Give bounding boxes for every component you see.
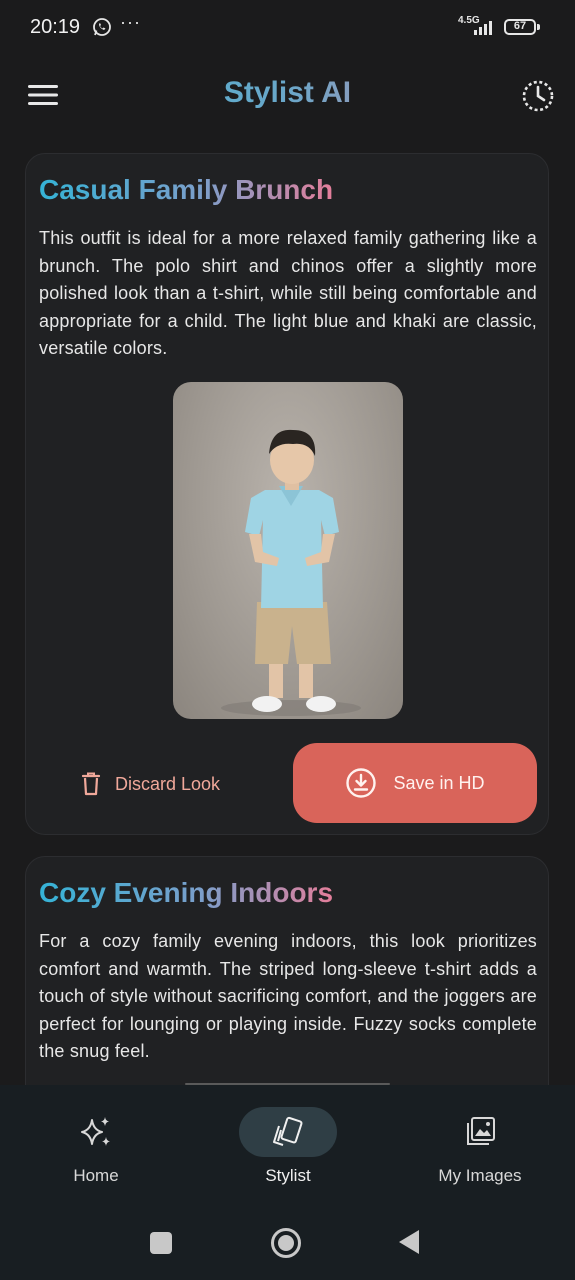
nav-my-images[interactable]: My Images: [384, 1085, 575, 1210]
discard-look-label: Discard Look: [115, 773, 221, 794]
save-in-hd-button[interactable]: Save in HD: [293, 743, 537, 823]
whatsapp-icon: [93, 18, 111, 36]
status-time: 20:19: [30, 16, 81, 38]
save-in-hd-label: Save in HD: [393, 772, 485, 793]
look-description: This outfit is ideal for a more relaxed …: [39, 228, 537, 359]
discard-look-button[interactable]: Discard Look: [81, 762, 220, 806]
signal-icon: [474, 21, 492, 35]
cards-icon: [273, 1116, 303, 1146]
system-navigation: [0, 1210, 575, 1280]
battery-nub: [537, 24, 540, 30]
trash-icon: [81, 772, 101, 796]
history-icon[interactable]: [520, 78, 556, 114]
nav-my-images-label: My Images: [438, 1166, 522, 1185]
battery-icon: 67: [504, 19, 536, 35]
nav-home[interactable]: Home: [0, 1085, 192, 1210]
more-notifications-icon: ···: [120, 12, 141, 32]
back-button[interactable]: [398, 1229, 420, 1255]
recents-button[interactable]: [150, 1232, 172, 1254]
gallery-icon: [467, 1117, 495, 1145]
outfit-photo[interactable]: [173, 382, 403, 719]
bottom-navigation: Home Stylist My Images: [0, 1085, 575, 1210]
nav-home-indicator: [47, 1107, 145, 1157]
nav-home-label: Home: [73, 1166, 119, 1185]
nav-my-images-indicator: [431, 1107, 529, 1157]
look-description: For a cozy family evening indoors, this …: [39, 931, 537, 1062]
battery-level: 67: [513, 20, 527, 32]
look-title: Cozy Evening Indoors: [39, 877, 334, 908]
app-title: Stylist AI: [0, 76, 575, 110]
download-icon: [346, 768, 377, 798]
nav-stylist-indicator: [239, 1107, 337, 1157]
nav-stylist-label: Stylist: [265, 1166, 311, 1185]
status-bar: 20:19 ··· 4.5G 67: [0, 0, 575, 56]
nav-stylist[interactable]: Stylist: [192, 1085, 384, 1210]
home-button[interactable]: [270, 1227, 302, 1259]
sparkles-icon: [81, 1117, 110, 1146]
look-title: Casual Family Brunch: [39, 174, 334, 205]
look-card: Casual Family Brunch This outfit is idea…: [25, 153, 549, 835]
